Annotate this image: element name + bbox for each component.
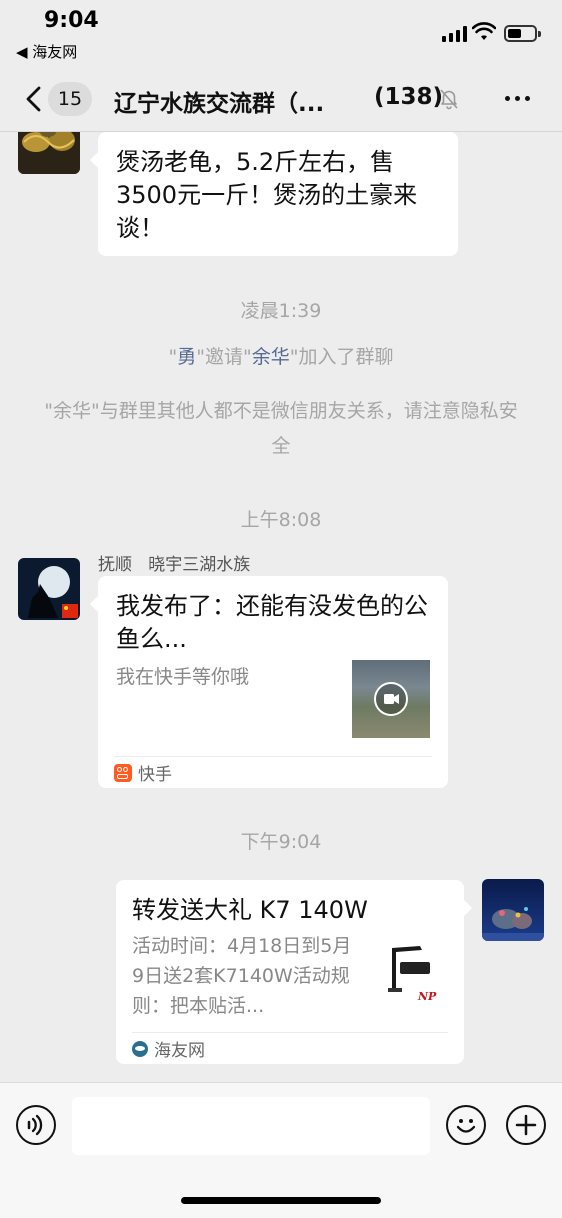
system-message-privacy: "余华"与群里其他人都不是微信朋友关系，请注意隐私安全: [44, 400, 518, 457]
card-title: 转发送大礼 K7 140W: [132, 896, 368, 924]
sender-name: 抚顺 晓宇三湖水族: [98, 555, 251, 575]
member-count: (138): [374, 84, 444, 110]
status-time: 9:04: [44, 8, 99, 33]
chat-title[interactable]: 辽宁水族交流群（...: [114, 84, 324, 118]
reef-tank-photo-icon: [482, 879, 544, 941]
inviter-name-link[interactable]: 勇: [177, 346, 196, 368]
aquarium-light-icon: [388, 946, 430, 992]
card-title: 我发布了：还能有没发色的公鱼么...: [116, 592, 428, 653]
chat-nav-bar: 15 辽宁水族交流群（... (138): [0, 70, 562, 130]
turtle-photo-icon: [18, 132, 80, 174]
plus-icon[interactable]: [506, 1105, 546, 1145]
message-text: 煲汤老龟，5.2斤左右，售3500元一斤！煲汤的土豪来谈！: [116, 148, 418, 242]
chat-message-list[interactable]: 煲汤老龟，5.2斤左右，售3500元一斤！煲汤的土豪来谈！ 凌晨1:39 "勇"…: [0, 132, 562, 1082]
unread-count-badge[interactable]: 15: [48, 82, 92, 116]
emoji-icon[interactable]: [446, 1105, 486, 1145]
timestamp: 下午9:04: [240, 831, 322, 853]
voice-icon[interactable]: [16, 1105, 56, 1145]
system-text: ": [168, 346, 178, 368]
card-source: 快手: [114, 756, 432, 788]
haiyouwang-logo-icon: [132, 1040, 148, 1057]
invitee-name-link[interactable]: 余华: [252, 346, 290, 368]
timestamp: 凌晨1:39: [240, 300, 322, 322]
card-source-label: 海友网: [154, 1041, 205, 1061]
card-source: 海友网: [132, 1032, 448, 1064]
back-to-app-link[interactable]: ◀ 海友网: [16, 41, 77, 62]
home-indicator: [181, 1197, 381, 1204]
avatar-turtle-seller[interactable]: [18, 132, 80, 174]
avatar-wolf[interactable]: [18, 558, 80, 620]
video-thumbnail[interactable]: [352, 660, 430, 738]
shared-card-haiyouwang[interactable]: 转发送大礼 K7 140W 活动时间：4月18日到5月9日送2套K7140W活动…: [116, 880, 472, 1064]
message-input[interactable]: [72, 1097, 430, 1155]
shared-card-kuaishou[interactable]: 我发布了：还能有没发色的公鱼么... 我在快手等你哦 快手: [90, 576, 448, 788]
avatar-self[interactable]: [482, 879, 544, 941]
card-description: 我在快手等你哦: [116, 666, 250, 688]
system-text: "邀请": [196, 346, 252, 368]
mute-bell-icon: [440, 89, 458, 110]
product-thumbnail[interactable]: NP: [378, 936, 450, 1008]
more-icon[interactable]: [505, 96, 530, 101]
back-chevron-icon[interactable]: [20, 84, 50, 114]
system-message-invite: "勇"邀请"余华"加入了群聊: [40, 340, 522, 375]
signal-icon: [442, 26, 467, 42]
card-description: 活动时间：4月18日到5月9日送2套K7140W活动规则：把本贴活...: [132, 935, 352, 1017]
message-bubble[interactable]: 煲汤老龟，5.2斤左右，售3500元一斤！煲汤的土豪来谈！: [90, 132, 458, 256]
wolf-moon-icon: [18, 558, 80, 620]
product-brand-mark: NP: [418, 990, 437, 1003]
wifi-icon: [472, 22, 496, 40]
card-source-label: 快手: [138, 765, 172, 785]
status-bar: 9:04 ◀ 海友网: [0, 0, 562, 70]
video-play-icon: [374, 682, 408, 716]
battery-icon: [504, 25, 541, 42]
kuaishou-logo-icon: [114, 763, 132, 782]
system-text: "加入了群聊: [289, 346, 394, 368]
timestamp: 上午8:08: [240, 509, 322, 531]
